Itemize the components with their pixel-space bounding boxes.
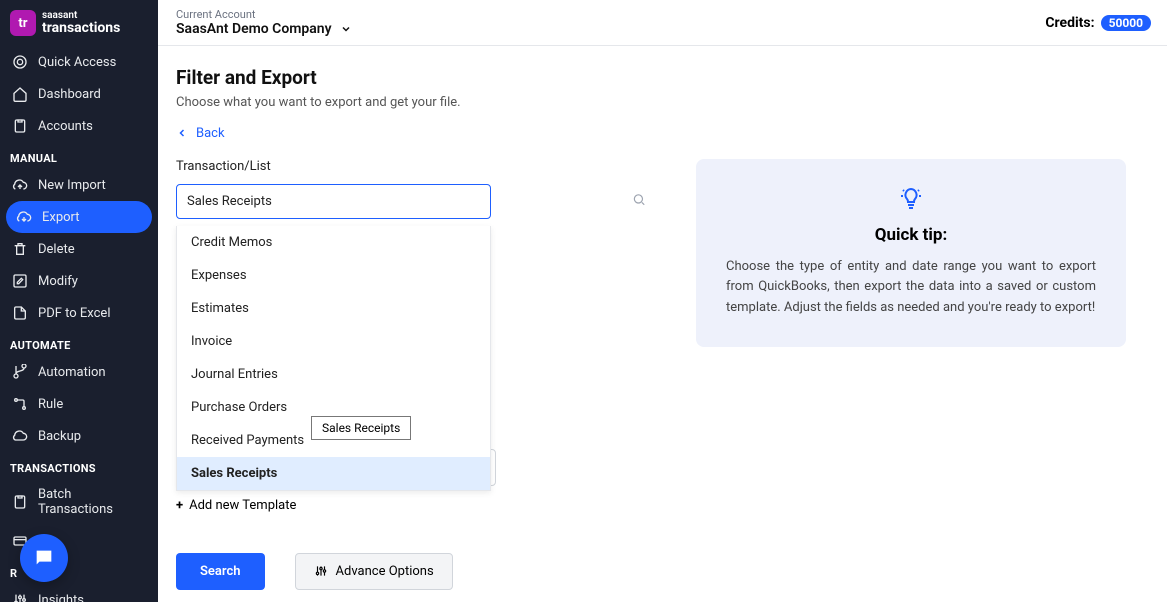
sidebar-item-label: PDF to Excel	[38, 306, 110, 321]
sidebar-item-batch-transactions[interactable]: Batch Transactions	[0, 479, 158, 525]
sidebar-item-rule[interactable]: Rule	[0, 388, 158, 420]
search-button[interactable]: Search	[176, 553, 265, 590]
sidebar-item-label: Export	[42, 210, 80, 225]
target-icon	[12, 54, 28, 70]
logo-badge: tr	[10, 10, 36, 36]
dropdown-option[interactable]: Invoice	[177, 325, 490, 358]
current-account-label: Current Account	[176, 8, 352, 21]
chat-fab[interactable]	[20, 534, 68, 582]
quick-tip-panel: Quick tip: Choose the type of entity and…	[696, 159, 1126, 347]
cloud-up-icon	[12, 177, 28, 193]
tip-body: Choose the type of entity and date range…	[726, 257, 1096, 319]
chevron-left-icon	[176, 127, 188, 139]
sidebar-item-export[interactable]: Export	[6, 201, 152, 233]
dropdown-option-highlighted[interactable]: Sales Receipts	[177, 457, 490, 490]
tip-title: Quick tip:	[726, 225, 1096, 245]
section-manual: MANUAL	[0, 142, 158, 169]
page-subtitle: Choose what you want to export and get y…	[176, 95, 1147, 110]
clipboard-icon	[12, 494, 28, 510]
cloud-down-icon	[16, 209, 32, 225]
search-icon	[632, 192, 646, 211]
sidebar-item-label: Batch Transactions	[38, 487, 146, 517]
brand-bottom: transactions	[42, 21, 120, 35]
transaction-input[interactable]	[176, 184, 491, 219]
sidebar-item-new-import[interactable]: New Import	[0, 169, 158, 201]
sidebar-item-label: Automation	[38, 365, 106, 380]
sidebar-item-label: Accounts	[38, 119, 93, 134]
sidebar-item-pdf-to-excel[interactable]: PDF to Excel	[0, 297, 158, 329]
sidebar: tr saasant transactions Quick Access Das…	[0, 0, 158, 602]
sidebar-item-label: Modify	[38, 274, 78, 289]
chevron-down-icon	[340, 23, 352, 35]
sidebar-item-delete[interactable]: Delete	[0, 233, 158, 265]
plus-icon: +	[176, 498, 183, 513]
sidebar-item-dashboard[interactable]: Dashboard	[0, 78, 158, 110]
header: Current Account SaasAnt Demo Company Cre…	[158, 0, 1167, 46]
back-link[interactable]: Back	[176, 126, 225, 141]
transaction-select: Credit Memos Expenses Estimates Invoice …	[176, 184, 656, 219]
dropdown-option[interactable]: Expenses	[177, 259, 490, 292]
sidebar-item-label: Quick Access	[38, 55, 116, 70]
section-transactions: TRANSACTIONS	[0, 452, 158, 479]
dropdown-option[interactable]: Journal Entries	[177, 358, 490, 391]
sidebar-item-label: Delete	[38, 242, 75, 257]
tooltip: Sales Receipts	[311, 416, 411, 440]
sliders-icon	[314, 564, 328, 578]
flow-icon	[12, 396, 28, 412]
sliders-icon	[12, 592, 28, 602]
trash-icon	[12, 241, 28, 257]
sidebar-item-label: Backup	[38, 429, 81, 444]
sidebar-item-label: Dashboard	[38, 87, 101, 102]
page-title: Filter and Export	[176, 66, 1147, 89]
field-label-transaction: Transaction/List	[176, 159, 656, 174]
section-automate: AUTOMATE	[0, 329, 158, 356]
advance-options-button[interactable]: Advance Options	[295, 553, 453, 590]
pencil-box-icon	[12, 273, 28, 289]
sidebar-item-backup[interactable]: Backup	[0, 420, 158, 452]
file-pdf-icon	[12, 305, 28, 321]
home-icon	[12, 86, 28, 102]
chat-icon	[33, 547, 55, 569]
sidebar-item-quick-access[interactable]: Quick Access	[0, 46, 158, 78]
credits-badge[interactable]: 50000	[1101, 15, 1151, 31]
credits-label: Credits:	[1045, 15, 1094, 31]
logo[interactable]: tr saasant transactions	[0, 0, 158, 46]
sidebar-item-insights[interactable]: Insights	[0, 584, 158, 602]
transaction-dropdown: Credit Memos Expenses Estimates Invoice …	[176, 226, 491, 491]
company-switcher[interactable]: SaasAnt Demo Company	[176, 21, 352, 37]
sidebar-item-label: Rule	[38, 397, 63, 412]
branch-icon	[12, 364, 28, 380]
sidebar-item-label: Insights	[38, 593, 84, 602]
sidebar-item-label: New Import	[38, 178, 106, 193]
dropdown-option[interactable]: Estimates	[177, 292, 490, 325]
cloud-icon	[12, 428, 28, 444]
sidebar-item-modify[interactable]: Modify	[0, 265, 158, 297]
dropdown-option[interactable]: Credit Memos	[177, 226, 490, 259]
lightbulb-icon	[899, 187, 923, 211]
add-template-link[interactable]: + Add new Template	[176, 498, 296, 513]
clipboard-icon	[12, 118, 28, 134]
sidebar-item-accounts[interactable]: Accounts	[0, 110, 158, 142]
sidebar-item-automation[interactable]: Automation	[0, 356, 158, 388]
